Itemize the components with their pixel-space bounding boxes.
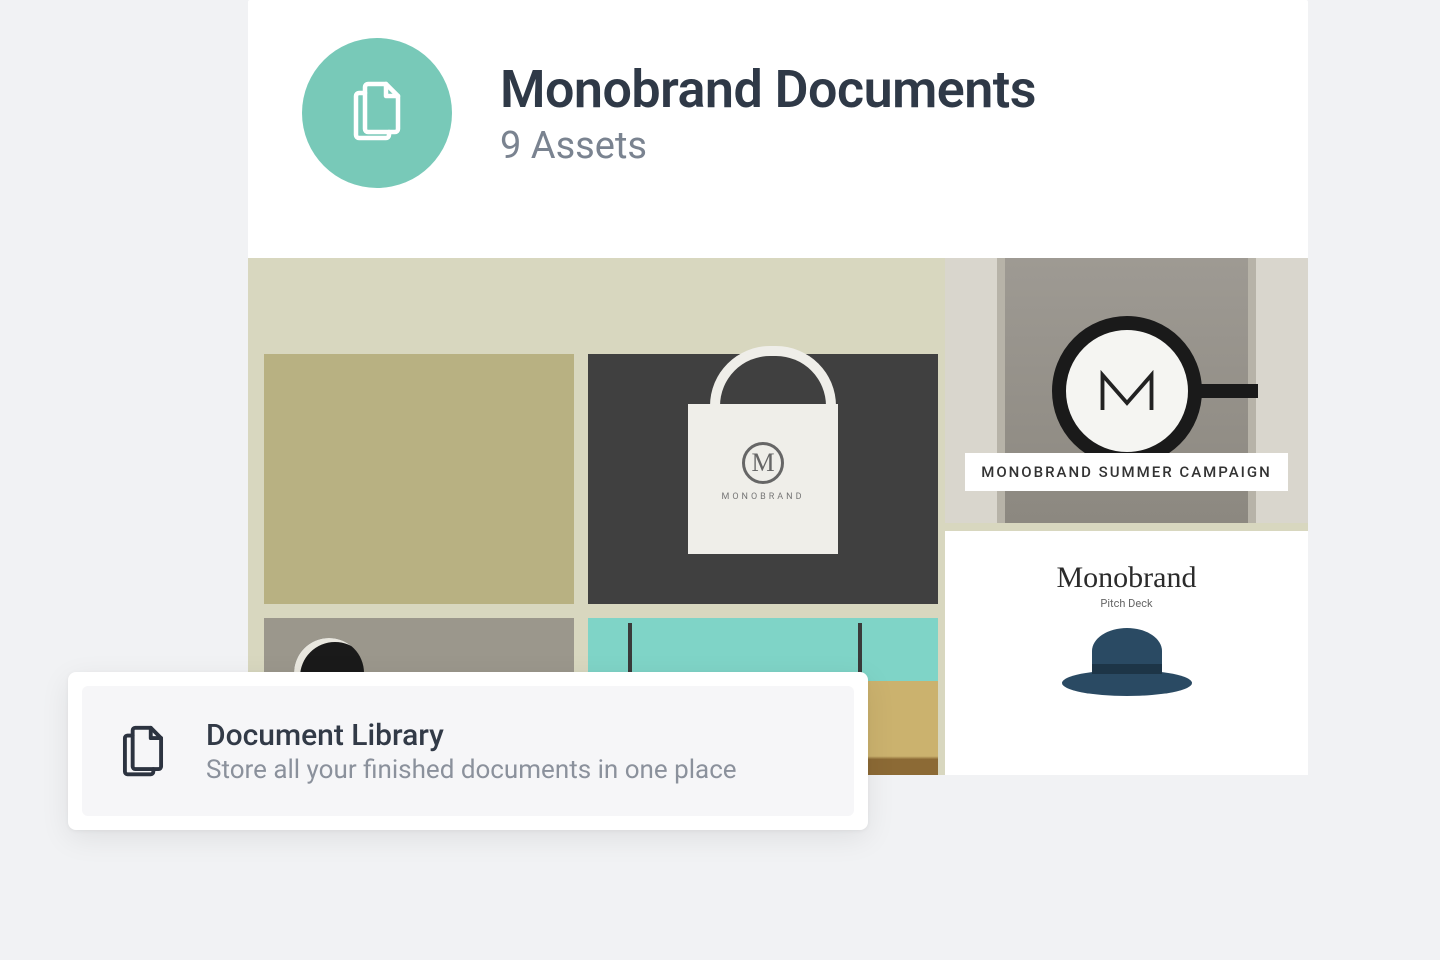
store-sign-graphic — [1052, 316, 1202, 466]
campaign-banner: MONOBRAND SUMMER CAMPAIGN — [965, 453, 1288, 491]
feature-card-description: Store all your finished documents in one… — [206, 755, 737, 785]
asset-thumbnail[interactable] — [264, 354, 574, 604]
hat-graphic — [1062, 628, 1192, 696]
asset-thumbnail[interactable]: Monobrand Pitch Deck — [945, 531, 1308, 775]
document-library-card[interactable]: Document Library Store all your finished… — [68, 672, 868, 830]
pitch-deck-title: Monobrand — [1057, 561, 1197, 595]
asset-thumbnail[interactable]: MONOBRAND SUMMER CAMPAIGN — [945, 258, 1308, 523]
asset-thumbnail[interactable]: M MONOBRAND — [588, 354, 938, 604]
page-title: Monobrand Documents — [500, 59, 1036, 120]
documents-icon — [112, 720, 174, 782]
monobrand-logo-icon — [1092, 354, 1162, 428]
documents-icon — [341, 75, 413, 151]
library-header: Monobrand Documents 9 Assets — [248, 0, 1308, 226]
library-panel: Monobrand Documents 9 Assets M MONOBRAND — [248, 0, 1308, 775]
feature-card-title: Document Library — [206, 718, 737, 753]
asset-count: 9 Assets — [500, 124, 1036, 168]
pitch-deck-subtitle: Pitch Deck — [1100, 597, 1152, 610]
library-icon-badge — [302, 38, 452, 188]
tote-brand-label: MONOBRAND — [721, 492, 804, 502]
monobrand-logo-icon: M — [742, 442, 784, 484]
tote-bag-graphic: M MONOBRAND — [688, 404, 838, 554]
